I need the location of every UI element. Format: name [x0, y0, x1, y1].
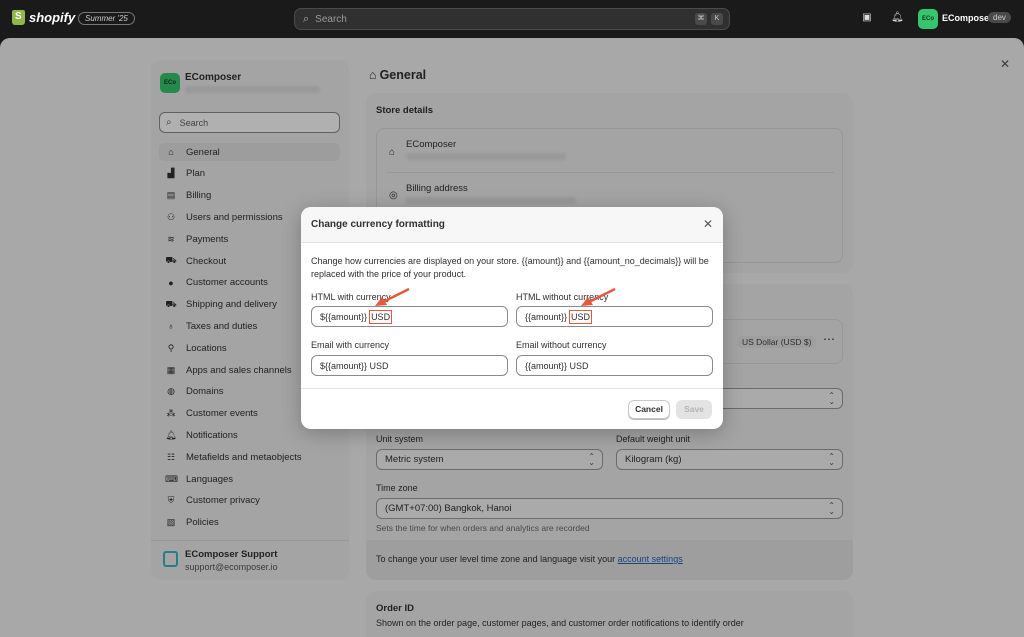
- html-with-currency-input[interactable]: ${{amount}} USD: [311, 306, 508, 327]
- highlighted-usd: USD: [569, 309, 593, 324]
- shopify-logo[interactable]: shopify: [12, 10, 75, 25]
- top-bar: shopify Summer '25 ⌕ Search ⌘ K ▣ 🔔︎ ECo…: [0, 0, 1024, 38]
- email-without-currency-label: Email without currency: [516, 340, 607, 350]
- command-key-icon: ⌘: [695, 13, 707, 25]
- search-placeholder: Search: [315, 13, 347, 25]
- email-without-currency-input[interactable]: {{amount}} USD: [516, 355, 713, 376]
- html-without-currency-input[interactable]: {{amount}} USD: [516, 306, 713, 327]
- store-name[interactable]: EComposer: [942, 13, 993, 23]
- store-avatar[interactable]: ECo: [918, 9, 938, 29]
- modal-footer: Cancel Save: [301, 388, 723, 429]
- modal-header: Change currency formatting ✕: [301, 207, 723, 243]
- k-key-icon: K: [711, 13, 723, 25]
- html-without-currency-value: {{amount}}: [525, 311, 568, 322]
- modal-title: Change currency formatting: [311, 219, 445, 230]
- highlighted-usd: USD: [369, 309, 393, 324]
- global-search-input[interactable]: ⌕ Search ⌘ K: [294, 8, 730, 30]
- modal-description: Change how currencies are displayed on y…: [311, 256, 709, 279]
- email-with-currency-input[interactable]: ${{amount}} USD: [311, 355, 508, 376]
- inbox-icon[interactable]: ▣: [861, 12, 873, 24]
- bell-icon[interactable]: 🔔︎: [891, 12, 904, 24]
- brand-name: shopify: [29, 10, 76, 25]
- cancel-button[interactable]: Cancel: [628, 400, 670, 419]
- search-icon: ⌕: [303, 12, 310, 25]
- annotation-arrow-icon: [581, 287, 616, 306]
- email-with-currency-value: ${{amount}} USD: [320, 360, 389, 371]
- email-with-currency-label: Email with currency: [311, 340, 390, 350]
- currency-format-modal: Change currency formatting ✕ Change how …: [301, 207, 723, 429]
- close-icon[interactable]: ✕: [703, 217, 713, 231]
- edition-badge: Summer '25: [78, 12, 135, 25]
- annotation-arrow-icon: [375, 287, 410, 306]
- env-badge: dev: [988, 12, 1011, 23]
- html-with-currency-value: ${{amount}}: [320, 311, 368, 322]
- email-without-currency-value: {{amount}} USD: [525, 360, 589, 371]
- shopify-bag-icon: [12, 10, 25, 25]
- save-button[interactable]: Save: [676, 400, 712, 419]
